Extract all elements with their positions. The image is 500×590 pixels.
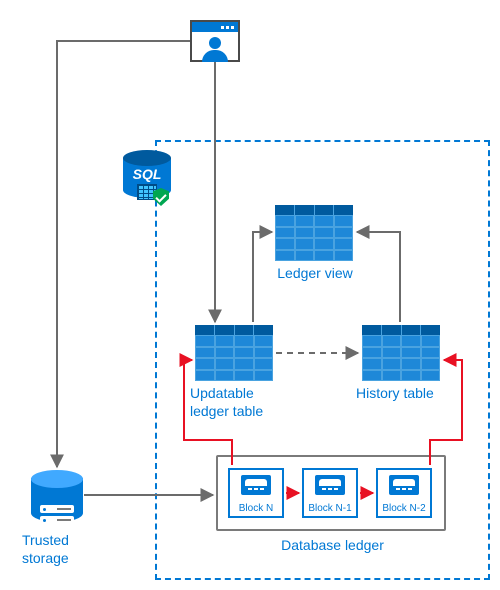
block-n-2: Block N-2 xyxy=(376,468,432,518)
block-label: Block N xyxy=(230,503,282,514)
history-table-label: History table xyxy=(356,385,451,403)
updatable-ledger-table-icon xyxy=(195,325,273,381)
block-label: Block N-2 xyxy=(378,503,430,514)
database-ledger-label: Database ledger xyxy=(270,537,395,555)
history-table-icon xyxy=(362,325,440,381)
block-icon xyxy=(241,475,271,495)
block-n: Block N xyxy=(228,468,284,518)
ledger-view-table-icon xyxy=(275,205,353,261)
updatable-ledger-table-label: Updatable ledger table xyxy=(190,385,280,420)
shield-icon xyxy=(153,188,169,206)
block-n-1: Block N-1 xyxy=(302,468,358,518)
sql-database-icon: SQL xyxy=(123,150,171,206)
trusted-storage-icon xyxy=(31,470,83,530)
diagram-stage: SQL Trusted storage Ledger view xyxy=(0,0,500,590)
ledger-view-label: Ledger view xyxy=(265,265,365,283)
block-label: Block N-1 xyxy=(304,503,356,514)
block-icon xyxy=(389,475,419,495)
user-application-icon xyxy=(190,20,240,62)
sql-label: SQL xyxy=(123,166,171,182)
block-icon xyxy=(315,475,345,495)
trusted-storage-label: Trusted storage xyxy=(22,532,97,567)
